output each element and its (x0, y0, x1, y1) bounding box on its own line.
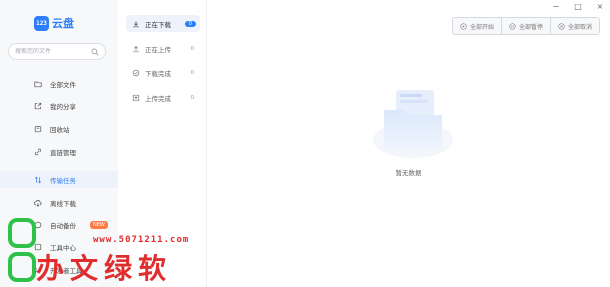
tab-label: 正在上传 (145, 45, 171, 54)
search-icon[interactable] (91, 48, 99, 56)
cancel-all-label: 全部取消 (567, 23, 592, 31)
sidebar-item-label: 全部文件 (50, 80, 76, 89)
sidebar-item-transfer[interactable]: 传输任务 (0, 171, 118, 188)
sidebar-item-all-files[interactable]: 全部文件 (0, 75, 118, 92)
tab-label: 上传完成 (145, 94, 171, 103)
empty-state-illustration (373, 90, 453, 158)
maximize-button[interactable]: □ (574, 2, 582, 11)
watermark-text: 办文绿软 (36, 252, 173, 285)
cloud-download-icon (34, 199, 42, 207)
pause-icon (509, 22, 516, 30)
cancel-icon (558, 22, 565, 30)
search-input[interactable] (15, 48, 91, 55)
upload-complete-icon (132, 94, 140, 101)
sidebar-item-direct-link[interactable]: 直链管理 (0, 143, 118, 160)
tab-uploading[interactable]: 正在上传 0 (126, 40, 200, 57)
search-box (8, 43, 106, 60)
empty-state-text: 暂无数据 (395, 169, 422, 177)
start-all-label: 全部开始 (469, 23, 494, 31)
tab-upload-complete[interactable]: 上传完成 0 (126, 89, 200, 106)
sidebar-item-label: 离线下载 (50, 199, 76, 208)
sidebar-item-recycle-bin[interactable]: 回收站 (0, 120, 118, 137)
share-icon (34, 102, 42, 109)
watermark: www.5071211.com 办文绿软 (8, 216, 218, 286)
trash-icon (34, 125, 42, 132)
sidebar-item-label: 直链管理 (50, 148, 76, 157)
upload-icon (133, 45, 139, 52)
tab-download-complete[interactable]: 下载完成 0 (126, 64, 200, 81)
watermark-url: www.5071211.com (93, 235, 190, 245)
sidebar-item-my-share[interactable]: 我的分享 (0, 97, 118, 114)
link-icon (34, 148, 42, 155)
sidebar-item-label: 回收站 (50, 125, 70, 134)
count-badge: 0 (190, 69, 195, 76)
pause-all-label: 全部暂停 (518, 23, 543, 31)
transfer-toolbar: 全部开始 全部暂停 全部取消 (451, 17, 600, 35)
logo-text: 云盘 (52, 17, 74, 30)
app-logo[interactable]: 123 云盘 (34, 15, 74, 31)
count-badge: 0 (190, 94, 195, 101)
logo-badge: 123 (34, 15, 49, 31)
close-button[interactable]: × (596, 2, 604, 11)
start-all-button[interactable]: 全部开始 (452, 18, 502, 34)
tab-label: 正在下载 (145, 20, 171, 29)
sidebar-item-label: 传输任务 (50, 176, 76, 185)
pause-all-button[interactable]: 全部暂停 (501, 18, 551, 34)
count-badge: 0 (184, 20, 196, 27)
window-controls: − □ × (552, 2, 604, 11)
sidebar-item-label: 我的分享 (50, 102, 76, 111)
check-circle-icon (132, 69, 140, 76)
tab-downloading[interactable]: 正在下载 0 (126, 15, 200, 32)
play-icon (460, 22, 467, 30)
main-panel: − □ × 全部开始 全部暂停 全部取消 暂无数据 (207, 0, 610, 287)
tab-label: 下载完成 (145, 69, 171, 78)
minimize-button[interactable]: − (552, 2, 560, 11)
sidebar-item-offline-download[interactable]: 离线下载 (0, 194, 118, 211)
transfer-icon (34, 176, 42, 183)
count-badge: 0 (190, 45, 195, 52)
watermark-logo-icon (8, 218, 36, 282)
download-icon (133, 20, 139, 27)
cancel-all-button[interactable]: 全部取消 (550, 18, 599, 34)
folder-icon (34, 81, 42, 87)
